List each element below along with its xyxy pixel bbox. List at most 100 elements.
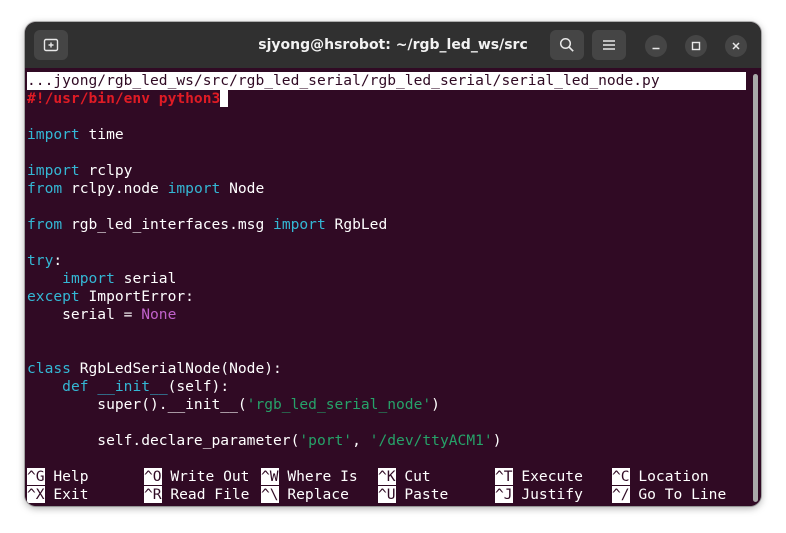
new-tab-icon (43, 38, 59, 52)
code-text: RgbLed (325, 216, 388, 233)
code-text: serial (114, 270, 177, 287)
shortcut-read-file[interactable]: ^R Read File (144, 486, 249, 504)
maximize-icon (691, 41, 701, 51)
shortcut-write-out[interactable]: ^O Write Out (144, 468, 249, 486)
code-text: rclpy.node (62, 180, 168, 197)
dunder-init: __init__ (97, 378, 168, 395)
keyword: from (27, 180, 63, 197)
shortcut-key: ^\ (261, 486, 279, 503)
code-text: : (53, 252, 63, 269)
string-literal: '/dev/ttyACM1' (369, 432, 493, 449)
shortcut-label: Help (44, 468, 89, 485)
new-tab-button[interactable] (34, 30, 68, 60)
string-literal: 'rgb_led_serial_node' (246, 396, 432, 413)
none-literal: None (141, 306, 177, 323)
shortcut-key: ^/ (612, 486, 630, 503)
shortcut-key: ^G (27, 468, 45, 485)
minimize-icon (652, 47, 660, 50)
code-line: from rgb_led_interfaces.msg import RgbLe… (27, 216, 387, 234)
code-text: ) (492, 432, 502, 449)
code-text: (self): (167, 378, 230, 395)
code-line: self.declare_parameter('port', '/dev/tty… (27, 432, 501, 450)
code-text: RgbLedSerialNode(Node): (70, 360, 282, 377)
code-line: import serial (27, 270, 176, 288)
shortcut-label: Exit (44, 486, 89, 503)
keyword: class (27, 360, 71, 377)
shortcut-label: Write Out (161, 468, 250, 485)
code-line: #!/usr/bin/env python3 (27, 90, 229, 108)
shortcut-key: ^O (144, 468, 162, 485)
shortcut-key: ^R (144, 486, 162, 503)
keyword: import (273, 216, 326, 233)
shortcut-paste[interactable]: ^U Paste (378, 486, 448, 504)
hamburger-menu-icon (603, 40, 615, 50)
menu-button[interactable] (592, 30, 626, 60)
keyword: def (62, 378, 89, 395)
code-text: ImportError: (79, 288, 194, 305)
text-cursor (220, 90, 229, 107)
close-button[interactable] (725, 35, 747, 57)
shortcut-cut[interactable]: ^K Cut (378, 468, 431, 486)
file-path-bar: ...jyong/rgb_led_ws/src/rgb_led_serial/r… (27, 72, 746, 90)
code-text: rclpy (79, 162, 133, 179)
minimize-button[interactable] (645, 35, 667, 57)
shortcut-label: Paste (395, 486, 449, 503)
keyword: try (27, 252, 54, 269)
scrollbar[interactable] (753, 74, 758, 502)
code-line: super().__init__('rgb_led_serial_node') (27, 396, 440, 414)
shortcut-key: ^W (261, 468, 279, 485)
keyword: except (27, 288, 80, 305)
maximize-button[interactable] (685, 35, 707, 57)
shortcut-label: Location (629, 468, 709, 485)
code-text: ) (431, 396, 440, 413)
code-text: , (352, 432, 370, 449)
shortcut-label: Go To Line (629, 486, 727, 503)
code-line: from rclpy.node import Node (27, 180, 264, 198)
keyword: import (27, 162, 80, 179)
code-line: serial = None (27, 306, 176, 324)
shortcut-key: ^C (612, 468, 630, 485)
code-text: serial = (27, 306, 142, 323)
shortcut-execute[interactable]: ^T Execute (495, 468, 583, 486)
shortcut-label: Read File (161, 486, 250, 503)
terminal-content[interactable]: ...jyong/rgb_led_ws/src/rgb_led_serial/r… (25, 68, 761, 506)
shortcut-label: Replace (278, 486, 349, 503)
shortcut-exit[interactable]: ^X Exit (27, 486, 89, 504)
shortcut-key: ^U (378, 486, 396, 503)
code-line: import time (27, 126, 124, 144)
shortcut-label: Cut (395, 468, 431, 485)
code-text: super().__init__( (27, 396, 247, 413)
shortcut-label: Where Is (278, 468, 358, 485)
code-line: except ImportError: (27, 288, 194, 306)
shebang: #!/usr/bin/env python3 (27, 90, 221, 107)
terminal-window: sjyong@hsrobot: ~/rgb_led_ws/src ...jyon… (25, 22, 761, 506)
shortcut-where-is[interactable]: ^W Where Is (261, 468, 358, 486)
shortcut-key: ^J (495, 486, 513, 503)
search-button[interactable] (550, 30, 584, 60)
shortcut-go-to-line[interactable]: ^/ Go To Line (612, 486, 726, 504)
shortcut-key: ^T (495, 468, 513, 485)
close-icon (732, 42, 740, 50)
search-icon (559, 37, 574, 52)
keyword: from (27, 216, 63, 233)
shortcut-key: ^K (378, 468, 396, 485)
code-line: class RgbLedSerialNode(Node): (27, 360, 282, 378)
shortcut-justify[interactable]: ^J Justify (495, 486, 583, 504)
shortcut-label: Justify (512, 486, 583, 503)
code-line: import rclpy (27, 162, 132, 180)
shortcut-location[interactable]: ^C Location (612, 468, 709, 486)
shortcut-help[interactable]: ^G Help (27, 468, 89, 486)
code-text: rgb_led_interfaces.msg (62, 216, 274, 233)
code-text: Node (220, 180, 265, 197)
keyword: import (167, 180, 221, 197)
title-bar[interactable]: sjyong@hsrobot: ~/rgb_led_ws/src (25, 22, 761, 68)
code-text: self.declare_parameter( (27, 432, 300, 449)
shortcut-replace[interactable]: ^\ Replace (261, 486, 349, 504)
code-text: time (79, 126, 124, 143)
keyword: import (27, 126, 80, 143)
code-line: def __init__(self): (27, 378, 229, 396)
shortcut-label: Execute (512, 468, 583, 485)
